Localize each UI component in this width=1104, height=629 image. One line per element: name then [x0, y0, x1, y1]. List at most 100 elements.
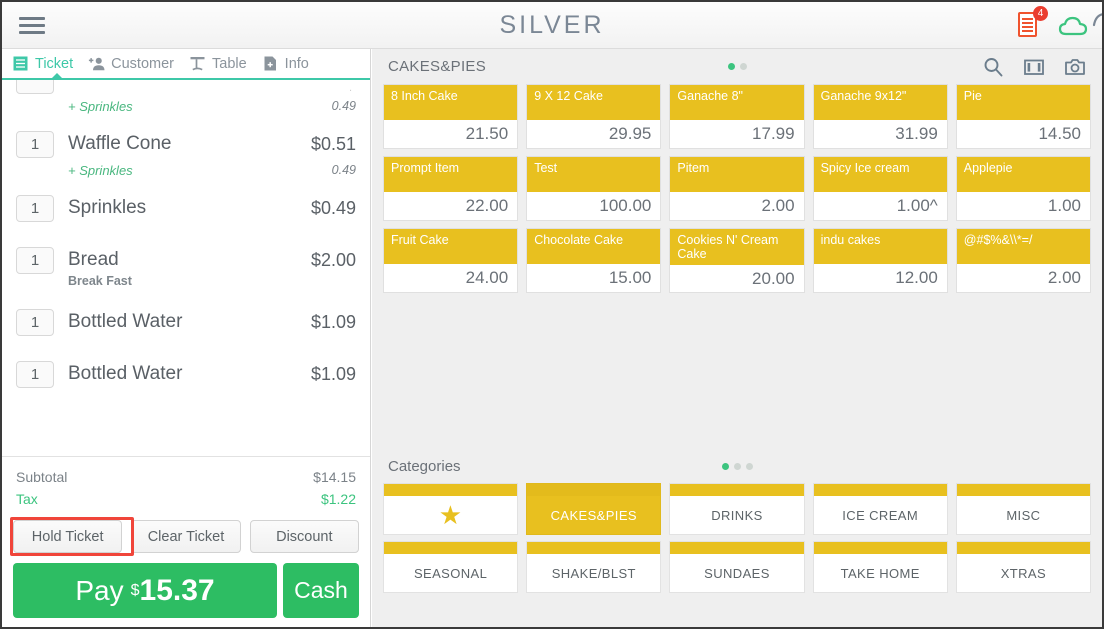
search-icon[interactable] — [982, 56, 1004, 78]
product-tile[interactable]: Ganache 9x12" 31.99 — [812, 84, 948, 149]
modifier-price: 0.49 — [331, 99, 356, 113]
product-tile[interactable]: indu cakes 12.00 — [812, 228, 948, 293]
tax-label: Tax — [16, 491, 38, 507]
product-name: Fruit Cake — [384, 229, 518, 264]
category-accent-bar — [813, 542, 947, 554]
table-row[interactable]: 1 Sprinkles $0.49 — [16, 182, 356, 234]
category-accent-bar — [384, 542, 518, 554]
pay-button[interactable]: Pay $ 15.37 — [13, 563, 277, 618]
item-price: $0.51 — [310, 133, 356, 154]
product-tile[interactable]: Ganache 8" 17.99 — [669, 84, 805, 149]
clear-ticket-button[interactable]: Clear Ticket — [131, 520, 241, 553]
table-row[interactable]: 1 Bottled Water $1.09 — [16, 348, 356, 400]
product-tile[interactable]: Applepie 1.00 — [955, 156, 1091, 221]
product-name: @#$%&\\*=/ — [956, 229, 1090, 264]
pagination-dot[interactable] — [739, 63, 747, 70]
quantity-stepper[interactable]: 1 — [16, 130, 54, 158]
quantity-stepper[interactable]: 1 — [16, 308, 54, 336]
table-row[interactable]: 1 Bottled Water $1.09 — [16, 296, 356, 348]
category-accent-bar — [670, 542, 804, 554]
product-tile[interactable]: Cookies N' Cream Cake 20.00 — [669, 228, 805, 293]
hold-ticket-button[interactable]: Hold Ticket — [13, 520, 123, 553]
pagination-dot[interactable] — [721, 462, 729, 470]
partial-price: . — [348, 82, 352, 94]
receipt-icon[interactable]: 4 — [1018, 6, 1048, 39]
category-cakes-pies[interactable]: CAKES&PIES — [526, 483, 662, 535]
product-tile[interactable]: Spicy Ice cream 1.00^ — [812, 156, 948, 221]
columns-view-icon[interactable] — [1023, 56, 1045, 78]
cloud-icon[interactable] — [1058, 15, 1088, 37]
subtotal-label: Subtotal — [16, 469, 68, 485]
category-ice-cream[interactable]: ICE CREAM — [812, 483, 948, 535]
product-tile[interactable]: Pitem 2.00 — [669, 156, 805, 221]
category-favorites[interactable]: ★ — [383, 483, 519, 535]
category-accent-bar — [956, 484, 1090, 496]
category-drinks[interactable]: DRINKS — [669, 483, 805, 535]
discount-button[interactable]: Discount — [249, 520, 359, 553]
pagination-dot[interactable] — [733, 462, 741, 470]
scrolled-item-partial: . — [16, 80, 356, 94]
category-label: SEASONAL — [413, 565, 488, 581]
product-tile[interactable]: Chocolate Cake 15.00 — [526, 228, 662, 293]
quantity-stepper-partial[interactable] — [16, 80, 54, 94]
tab-table[interactable]: Table — [185, 48, 258, 79]
category-misc[interactable]: MISC — [955, 483, 1091, 535]
tab-table-label: Table — [212, 55, 247, 72]
product-tile[interactable]: @#$%&\\*=/ 2.00 — [955, 228, 1091, 293]
tax-value: $1.22 — [320, 491, 356, 507]
product-price: 24.00 — [384, 264, 518, 292]
product-price: 2.00 — [670, 192, 804, 220]
product-price: 31.99 — [813, 120, 947, 148]
product-name: Pitem — [670, 157, 804, 192]
cash-button[interactable]: Cash — [283, 563, 359, 618]
star-icon: ★ — [438, 500, 463, 530]
item-sublabel: Break Fast — [68, 274, 132, 288]
product-tile[interactable]: 8 Inch Cake 21.50 — [383, 84, 519, 149]
product-price: 1.00 — [956, 192, 1090, 220]
cloud-arc-icon — [1092, 12, 1102, 26]
tab-customer-label: Customer — [111, 55, 174, 72]
quantity-stepper[interactable]: 1 — [16, 360, 54, 388]
pagination-dot[interactable] — [745, 462, 753, 470]
category-shake-blst[interactable]: SHAKE/BLST — [526, 541, 662, 593]
product-tile[interactable]: 9 X 12 Cake 29.95 — [526, 84, 662, 149]
product-price: 29.95 — [527, 120, 661, 148]
product-tile[interactable]: Test 100.00 — [526, 156, 662, 221]
category-accent-bar — [956, 542, 1090, 554]
quantity-stepper[interactable]: 1 — [16, 194, 54, 222]
category-sundaes[interactable]: SUNDAES — [669, 541, 805, 593]
tab-ticket[interactable]: Ticket — [8, 48, 84, 79]
product-tile[interactable]: Pie 14.50 — [955, 84, 1091, 149]
item-name: Waffle Cone — [68, 133, 172, 154]
product-toolbar — [982, 56, 1086, 78]
page-title: CAKES&PIES — [388, 58, 487, 75]
ticket-actions: Hold Ticket Clear Ticket Discount — [2, 514, 370, 556]
product-price: 100.00 — [527, 192, 661, 220]
product-name: indu cakes — [813, 229, 947, 264]
category-accent-bar — [527, 484, 661, 496]
product-name: Cookies N' Cream Cake — [670, 229, 804, 265]
header-actions: 4 — [1018, 2, 1088, 49]
camera-icon[interactable] — [1064, 56, 1086, 78]
product-tile[interactable]: Prompt Item 22.00 — [383, 156, 519, 221]
category-seasonal[interactable]: SEASONAL — [383, 541, 519, 593]
pagination-dot[interactable] — [727, 63, 735, 70]
brand-name: SILVER — [499, 10, 605, 39]
modifier-name: + Sprinkles — [68, 98, 133, 114]
category-xtras[interactable]: XTRAS — [955, 541, 1091, 593]
category-take-home[interactable]: TAKE HOME — [812, 541, 948, 593]
product-price: 1.00^ — [813, 192, 947, 220]
product-tile[interactable]: Fruit Cake 24.00 — [383, 228, 519, 293]
tab-customer[interactable]: Customer — [84, 48, 185, 79]
pay-currency: $ — [130, 581, 140, 599]
product-name: Ganache 8" — [670, 85, 804, 120]
product-name: Applepie — [956, 157, 1090, 192]
brand-logo: SILVER — [2, 11, 1102, 40]
quantity-stepper[interactable]: 1 — [16, 246, 54, 274]
hamburger-menu-icon[interactable] — [2, 2, 48, 49]
top-header-bar: SILVER 4 — [2, 2, 1102, 49]
categories-grid: ★ CAKES&PIES DRINKS ICE CREAM MISC SEASO… — [372, 483, 1102, 593]
ticket-items-list[interactable]: . + Sprinkles 0.49 1 Waffle Cone $0.51 +… — [2, 80, 370, 456]
product-price: 21.50 — [384, 120, 518, 148]
tab-info[interactable]: Info — [258, 48, 320, 79]
